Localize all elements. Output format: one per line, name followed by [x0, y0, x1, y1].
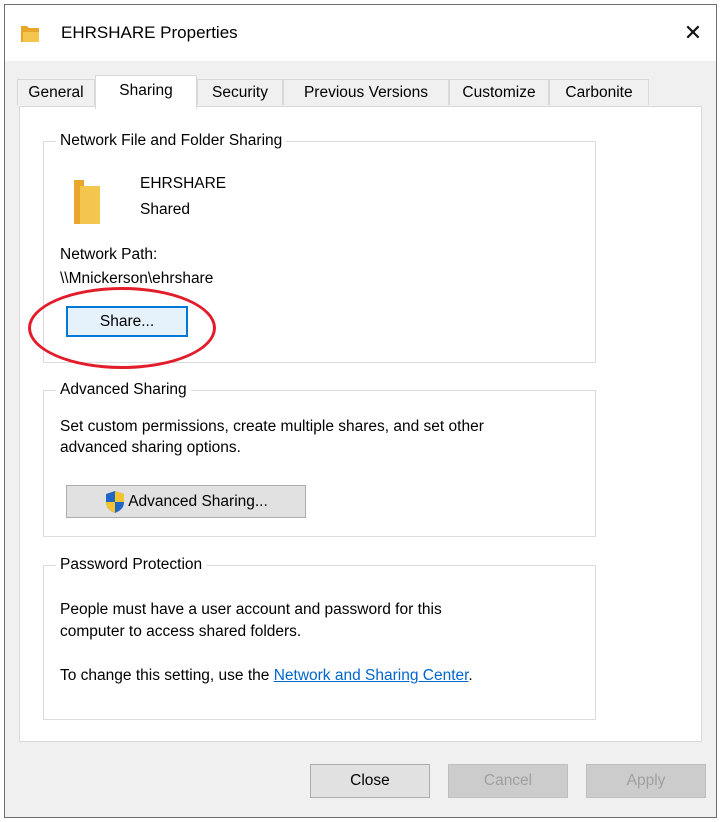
advanced-sharing-button[interactable]: Advanced Sharing... [66, 485, 306, 518]
network-path-value: \\Mnickerson\ehrshare [60, 270, 214, 287]
uac-shield-icon [104, 490, 126, 514]
network-path-label: Network Path: [60, 246, 158, 263]
advanced-sharing-description-line1: Set custom permissions, create multiple … [60, 418, 484, 435]
close-button[interactable]: Close [310, 764, 430, 798]
password-protection-line2: computer to access shared folders. [60, 623, 302, 640]
network-sharing-group-title: Network File and Folder Sharing [56, 131, 287, 151]
folder-icon [19, 23, 41, 45]
close-icon[interactable]: ✕ [670, 5, 716, 61]
tab-general[interactable]: General [17, 79, 95, 105]
network-sharing-center-link[interactable]: Network and Sharing Center [274, 667, 469, 684]
tab-customize[interactable]: Customize [449, 79, 549, 105]
sharing-tab-panel: Network File and Folder Sharing EHRSHARE… [19, 106, 702, 742]
tab-sharing[interactable]: Sharing [95, 75, 197, 109]
change-setting-prefix: To change this setting, use the [60, 667, 274, 684]
tab-carbonite[interactable]: Carbonite [549, 79, 649, 105]
advanced-sharing-group-title: Advanced Sharing [56, 380, 191, 400]
share-status: Shared [140, 201, 190, 218]
folder-name: EHRSHARE [140, 175, 227, 192]
network-sharing-group: Network File and Folder Sharing EHRSHARE… [43, 131, 596, 363]
title-bar[interactable]: EHRSHARE Properties ✕ [5, 5, 716, 61]
password-protection-line1: People must have a user account and pass… [60, 601, 442, 618]
advanced-sharing-description-line2: advanced sharing options. [60, 439, 241, 456]
properties-window: EHRSHARE Properties ✕ General Sharing Se… [4, 4, 717, 818]
advanced-sharing-group: Advanced Sharing Set custom permissions,… [43, 380, 596, 537]
advanced-sharing-button-label: Advanced Sharing... [128, 492, 268, 510]
apply-button[interactable]: Apply [586, 764, 706, 798]
share-button[interactable]: Share... [66, 306, 188, 337]
password-protection-group-title: Password Protection [56, 555, 207, 575]
window-title: EHRSHARE Properties [61, 23, 238, 42]
tab-security[interactable]: Security [197, 79, 283, 105]
change-setting-text: To change this setting, use the Network … [60, 666, 473, 686]
cancel-button[interactable]: Cancel [448, 764, 568, 798]
tab-previous-versions[interactable]: Previous Versions [283, 79, 449, 105]
change-setting-suffix: . [468, 667, 473, 684]
password-protection-group: Password Protection People must have a u… [43, 555, 596, 720]
shared-folder-icon [70, 178, 106, 226]
